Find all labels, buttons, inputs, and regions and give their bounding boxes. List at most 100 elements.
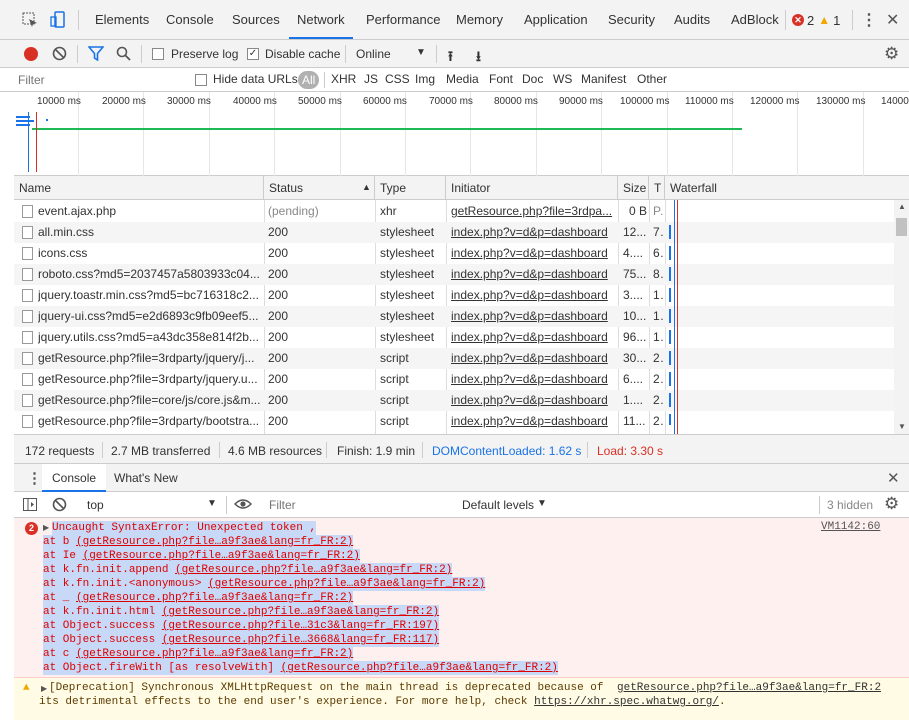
expand-triangle-icon[interactable]: ▶ xyxy=(41,684,47,694)
expand-triangle-icon[interactable]: ▶ xyxy=(43,523,49,533)
import-har-icon[interactable]: ⭱ xyxy=(448,46,453,70)
device-toolbar-icon[interactable] xyxy=(50,11,66,29)
network-settings-gear-icon[interactable]: ⚙ xyxy=(884,44,899,64)
drawer-menu-icon[interactable]: ⋮ xyxy=(27,469,42,487)
search-icon[interactable] xyxy=(116,46,131,61)
stack-frame-link[interactable]: (getResource.php?file…31c3&lang=fr_FR:19… xyxy=(162,620,439,632)
table-row[interactable]: jquery.toastr.min.css?md5=bc716318c2... … xyxy=(14,285,894,306)
tab-adblock[interactable]: AdBlock xyxy=(723,0,787,40)
xhr-spec-link[interactable]: https://xhr.spec.whatwg.org/ xyxy=(534,696,719,708)
table-row[interactable]: jquery.utils.css?md5=a43dc358e814f2b... … xyxy=(14,327,894,348)
column-header-name[interactable]: Name xyxy=(14,176,264,200)
table-scrollbar[interactable]: ▲ ▼ xyxy=(894,200,909,434)
request-initiator[interactable]: index.php?v=d&p=dashboard xyxy=(451,222,613,243)
tab-audits[interactable]: Audits xyxy=(666,0,718,40)
stack-frame-link[interactable]: (getResource.php?file…a9f3ae&lang=fr_FR:… xyxy=(208,578,485,590)
stack-frame-link[interactable]: (getResource.php?file…a9f3ae&lang=fr_FR:… xyxy=(76,592,353,604)
stack-frame-link[interactable]: (getResource.php?file…a9f3ae&lang=fr_FR:… xyxy=(76,648,353,660)
inspect-element-icon[interactable] xyxy=(22,12,38,28)
request-initiator[interactable]: index.php?v=d&p=dashboard xyxy=(451,306,613,327)
network-overview-timeline[interactable]: 10000 ms 20000 ms 30000 ms 40000 ms 5000… xyxy=(14,92,909,176)
disable-cache-checkbox[interactable]: ✓ xyxy=(247,48,259,60)
request-initiator[interactable]: index.php?v=d&p=dashboard xyxy=(451,411,613,432)
console-error-message[interactable]: 2 ▶ Uncaught SyntaxError: Unexpected tok… xyxy=(14,518,909,678)
close-devtools-icon[interactable]: ✕ xyxy=(886,10,899,30)
column-header-status[interactable]: Status xyxy=(264,176,375,200)
table-row[interactable]: event.ajax.php (pending) xhr getResource… xyxy=(14,201,894,222)
table-row[interactable]: roboto.css?md5=2037457a5803933c04... 200… xyxy=(14,264,894,285)
filter-type-manifest[interactable]: Manifest xyxy=(581,72,626,86)
network-filter-input[interactable] xyxy=(18,71,178,89)
table-row[interactable]: getResource.php?file=core/js/core.js&m..… xyxy=(14,390,894,411)
tab-sources[interactable]: Sources xyxy=(224,0,288,40)
table-row[interactable]: getResource.php?file=3rdparty/bootstra..… xyxy=(14,411,894,432)
table-row[interactable]: icons.css 200 stylesheet index.php?v=d&p… xyxy=(14,243,894,264)
filter-type-all[interactable]: All xyxy=(298,71,320,89)
scroll-up-icon[interactable]: ▲ xyxy=(898,202,906,211)
stack-frame-link[interactable]: (getResource.php?file…a9f3ae&lang=fr_FR:… xyxy=(76,536,353,548)
filter-type-media[interactable]: Media xyxy=(446,72,479,86)
scrollbar-thumb[interactable] xyxy=(896,218,907,236)
filter-type-css[interactable]: CSS xyxy=(385,72,410,86)
close-drawer-icon[interactable]: ✕ xyxy=(887,469,900,487)
tab-application[interactable]: Application xyxy=(516,0,596,40)
drawer-tab-whats-new[interactable]: What's New xyxy=(114,471,178,485)
tab-memory[interactable]: Memory xyxy=(448,0,511,40)
request-initiator[interactable]: index.php?v=d&p=dashboard xyxy=(451,264,613,285)
console-settings-gear-icon[interactable]: ⚙ xyxy=(884,494,899,514)
filter-type-xhr[interactable]: XHR xyxy=(331,72,356,86)
request-initiator[interactable]: index.php?v=d&p=dashboard xyxy=(451,327,613,348)
table-row[interactable]: getResource.php?file=3rdparty/jquery.u..… xyxy=(14,369,894,390)
export-har-icon[interactable]: ⭳ xyxy=(476,46,481,70)
clear-icon[interactable] xyxy=(52,46,67,61)
request-initiator[interactable]: index.php?v=d&p=dashboard xyxy=(451,285,613,306)
request-initiator[interactable]: index.php?v=d&p=dashboard xyxy=(451,390,613,411)
stack-frame-link[interactable]: (getResource.php?file…a9f3ae&lang=fr_FR:… xyxy=(281,662,558,674)
column-header-size[interactable]: Size xyxy=(618,176,649,200)
scroll-down-icon[interactable]: ▼ xyxy=(898,422,906,431)
tab-security[interactable]: Security xyxy=(600,0,663,40)
filter-type-js[interactable]: JS xyxy=(364,72,378,86)
tab-performance[interactable]: Performance xyxy=(358,0,448,40)
column-header-waterfall[interactable]: Waterfall xyxy=(665,176,909,200)
request-initiator[interactable]: index.php?v=d&p=dashboard xyxy=(451,348,613,369)
filter-type-ws[interactable]: WS xyxy=(553,72,572,86)
request-initiator[interactable]: index.php?v=d&p=dashboard xyxy=(451,243,613,264)
warning-source-link[interactable]: getResource.php?file…a9f3ae&lang=fr_FR:2 xyxy=(617,682,881,694)
tab-elements[interactable]: Elements xyxy=(87,0,157,40)
error-warning-counter[interactable]: ✕ 2 ▲ 1 xyxy=(792,13,840,28)
more-options-icon[interactable]: ⋮ xyxy=(861,10,877,30)
console-sidebar-icon[interactable] xyxy=(23,498,37,511)
log-levels-select[interactable]: Default levels xyxy=(462,498,534,512)
preserve-log-checkbox[interactable] xyxy=(152,48,164,60)
record-icon[interactable] xyxy=(24,47,38,61)
request-initiator[interactable]: getResource.php?file=3rdpa... xyxy=(451,201,613,222)
column-header-time[interactable]: T xyxy=(649,176,665,200)
drawer-tab-console[interactable]: Console xyxy=(42,464,107,492)
error-source-link[interactable]: VM1142:60 xyxy=(821,521,880,533)
table-row[interactable]: getResource.php?file=3rdparty/jquery/j..… xyxy=(14,348,894,369)
console-warning-message[interactable]: ▲ ▶ [Deprecation] Synchronous XMLHttpReq… xyxy=(14,678,909,720)
filter-type-font[interactable]: Font xyxy=(489,72,513,86)
column-header-type[interactable]: Type xyxy=(375,176,446,200)
live-expression-eye-icon[interactable] xyxy=(233,497,253,511)
stack-frame-link[interactable]: (getResource.php?file…3668&lang=fr_FR:11… xyxy=(162,634,439,646)
filter-type-img[interactable]: Img xyxy=(415,72,435,86)
context-selector[interactable]: top xyxy=(87,498,104,512)
tab-network[interactable]: Network xyxy=(289,0,353,39)
stack-frame-link[interactable]: (getResource.php?file…a9f3ae&lang=fr_FR:… xyxy=(175,564,452,576)
column-header-initiator[interactable]: Initiator xyxy=(446,176,618,200)
stack-frame-link[interactable]: (getResource.php?file…a9f3ae&lang=fr_FR:… xyxy=(83,550,360,562)
filter-type-doc[interactable]: Doc xyxy=(522,72,543,86)
table-row[interactable]: jquery-ui.css?md5=e2d6893c9fb09eef5... 2… xyxy=(14,306,894,327)
hide-data-urls-checkbox[interactable] xyxy=(195,74,207,86)
throttling-select[interactable]: Online xyxy=(356,47,391,61)
clear-console-icon[interactable] xyxy=(52,497,67,512)
filter-icon[interactable] xyxy=(87,46,105,62)
request-initiator[interactable]: index.php?v=d&p=dashboard xyxy=(451,369,613,390)
tab-console[interactable]: Console xyxy=(158,0,222,40)
table-row[interactable]: all.min.css 200 stylesheet index.php?v=d… xyxy=(14,222,894,243)
console-filter-input[interactable] xyxy=(269,495,454,514)
filter-type-other[interactable]: Other xyxy=(637,72,667,86)
stack-frame-link[interactable]: (getResource.php?file…a9f3ae&lang=fr_FR:… xyxy=(162,606,439,618)
